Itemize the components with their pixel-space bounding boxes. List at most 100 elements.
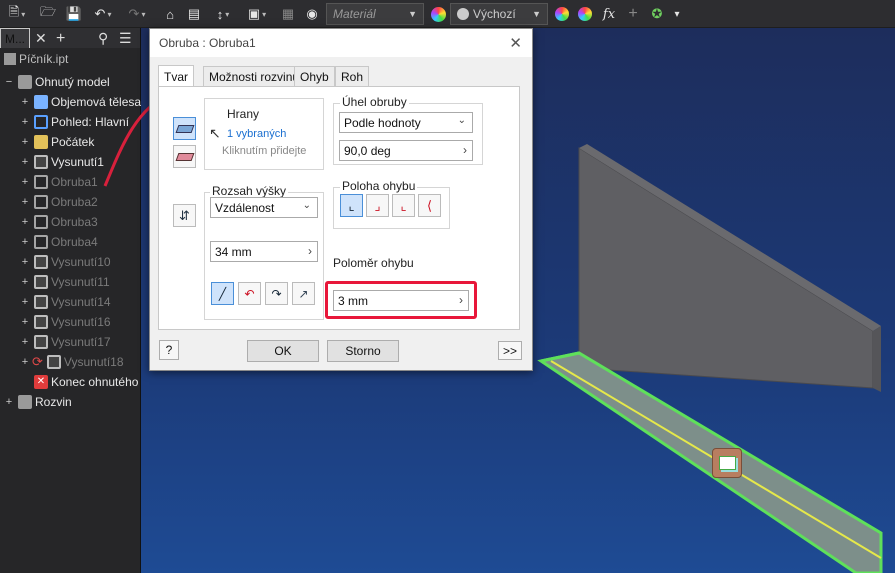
properties-icon[interactable]: ▤ [184, 4, 204, 24]
home-icon[interactable]: ⌂ [160, 4, 180, 24]
expand-icon[interactable]: + [20, 116, 30, 128]
parameters-fx-icon[interactable]: fx [598, 4, 620, 24]
tab-shape[interactable]: Tvar [158, 65, 194, 87]
browser-item-label: Ohnutý model [35, 75, 110, 89]
browser-item-flange2[interactable]: + Obruba2 [20, 192, 98, 212]
new-file-icon[interactable]: 🗎 ▾ [4, 4, 30, 24]
expand-icon[interactable]: + [20, 356, 30, 368]
part-file-icon [4, 53, 16, 65]
chevron-right-icon[interactable]: › [463, 143, 467, 157]
browser-item-label: Obruba1 [51, 175, 98, 189]
browser-item-view[interactable]: + Pohled: Hlavní [20, 112, 129, 132]
browser-item-label: Obruba3 [51, 215, 98, 229]
close-icon[interactable]: ✕ [35, 30, 47, 47]
browser-item-origin[interactable]: + Počátek [20, 132, 94, 152]
height-value-input[interactable]: 34 mm › [210, 241, 318, 262]
select-filter-icon[interactable]: ▦ [278, 4, 298, 24]
menu-icon[interactable]: ☰ [119, 30, 132, 47]
flange-dialog: Obruba : Obruba1 ✕ Tvar Možnosti rozvinu… [149, 28, 533, 371]
expand-icon[interactable]: + [20, 276, 30, 288]
adjust-appearance-icon[interactable] [552, 4, 572, 24]
appearance-combo[interactable]: Výchozí ▼ [450, 3, 548, 25]
browser-item-flange3[interactable]: + Obruba3 [20, 212, 98, 232]
expand-icon[interactable]: + [20, 296, 30, 308]
add-tab-icon[interactable]: + [56, 30, 65, 48]
expand-icon[interactable]: + [20, 156, 30, 168]
browser-item-label: Objemová tělesa(1) [51, 95, 156, 109]
ilogic-icon[interactable]: ✪ [648, 4, 666, 24]
redo-icon[interactable]: ↷ ▾ [122, 4, 152, 24]
expand-button[interactable]: >> [498, 341, 522, 360]
browser-item-extrusion17[interactable]: + Vysunutí17 [20, 332, 111, 352]
browser-item-extrusion1[interactable]: + Vysunutí1 [20, 152, 104, 172]
expand-icon[interactable]: + [4, 396, 14, 408]
flange-direction-gizmo[interactable] [712, 448, 742, 478]
expand-icon[interactable]: + [20, 96, 30, 108]
flange-icon [34, 175, 48, 189]
file-node[interactable]: Píčník.ipt [4, 52, 68, 66]
browser-item-flange1[interactable]: + Obruba1 [20, 172, 98, 192]
height-extents-mode-value: Vzdálenost [215, 200, 275, 215]
flip-direction-button[interactable]: ⇵ [173, 204, 196, 227]
loop-select-mode-button[interactable] [173, 145, 196, 168]
visual-style-icon[interactable]: ◉ [302, 4, 322, 24]
browser-item-extrusion14[interactable]: + Vysunutí14 [20, 292, 111, 312]
expand-icon[interactable]: + [20, 136, 30, 148]
height-datum-inner-button[interactable]: ╱ [211, 282, 234, 305]
browser-item-extrusion10[interactable]: + Vysunutí10 [20, 252, 111, 272]
cancel-button[interactable]: Storno [327, 340, 399, 362]
flat-pattern-icon [18, 395, 32, 409]
update-icon[interactable]: ▣ ▾ [242, 4, 272, 24]
tab-corner[interactable]: Roh [335, 66, 370, 86]
height-datum-icon: ↶ [244, 286, 255, 301]
add-icon[interactable]: + [624, 4, 642, 24]
measure-icon[interactable]: ↕ ▾ [208, 4, 238, 24]
edge-select-mode-button[interactable] [173, 117, 196, 140]
flange-angle-input[interactable]: 90,0 deg › [339, 140, 473, 161]
expand-icon[interactable]: + [20, 316, 30, 328]
material-combo[interactable]: Materiál ▼ [326, 3, 424, 25]
browser-tab[interactable]: M... [0, 28, 30, 48]
undo-icon[interactable]: ↶ ▾ [88, 4, 118, 24]
bend-inside-base-button[interactable]: ⌞ [340, 194, 363, 217]
customize-dropdown-icon[interactable]: ▾ [670, 4, 684, 24]
height-extents-mode-select[interactable]: Vzdálenost ⌄ [210, 197, 318, 218]
browser-item-label: Počátek [51, 135, 95, 149]
clear-appearance-icon[interactable] [575, 4, 595, 24]
browser-item-extrusion11[interactable]: + Vysunutí11 [20, 272, 110, 292]
browser-item-end-of-folded[interactable]: ✕ Konec ohnutého [20, 372, 138, 392]
collapse-icon[interactable]: − [4, 76, 14, 88]
expand-icon[interactable]: + [20, 196, 30, 208]
ok-button[interactable]: OK [247, 340, 319, 362]
expand-icon[interactable]: + [20, 176, 30, 188]
height-datum-aligned-button[interactable]: ↗ [292, 282, 315, 305]
expand-icon[interactable]: + [20, 236, 30, 248]
chevron-right-icon[interactable]: › [308, 244, 312, 258]
extrusion-icon [34, 255, 48, 269]
open-folder-icon[interactable]: 🗁 [38, 4, 58, 24]
height-datum-outer-button[interactable]: ↶ [238, 282, 261, 305]
help-button[interactable]: ? [159, 340, 179, 360]
browser-item-flange4[interactable]: + Obruba4 [20, 232, 98, 252]
browser-item-extrusion18[interactable]: + ⟳ Vysunutí18 [20, 352, 124, 372]
height-datum-tangent-button[interactable]: ↷ [265, 282, 288, 305]
browser-item-solid-bodies[interactable]: + Objemová tělesa(1) [20, 92, 156, 112]
flange-angle-mode-select[interactable]: Podle hodnoty ⌄ [339, 112, 473, 133]
tab-unfold-options[interactable]: Možnosti rozvinu [203, 66, 306, 86]
bend-tangent-button[interactable]: ⟨ [418, 194, 441, 217]
appearance-ball-icon[interactable] [428, 4, 448, 24]
expand-icon[interactable]: + [20, 256, 30, 268]
extrusion-icon [34, 275, 48, 289]
save-icon[interactable]: 💾 [64, 4, 84, 24]
browser-item-extrusion16[interactable]: + Vysunutí16 [20, 312, 111, 332]
tab-bend[interactable]: Ohyb [294, 66, 335, 86]
close-icon[interactable]: ✕ [509, 34, 522, 52]
bend-outside-base-button[interactable]: ⌞ [392, 194, 415, 217]
expand-icon[interactable]: + [20, 336, 30, 348]
search-icon[interactable]: ⚲ [98, 30, 108, 47]
bend-from-adjacent-button[interactable]: ⌟ [366, 194, 389, 217]
expand-icon[interactable]: + [20, 216, 30, 228]
browser-item-flat-pattern[interactable]: + Rozvin [4, 392, 72, 412]
browser-item-folded-model[interactable]: − Ohnutý model [4, 72, 110, 92]
edges-group[interactable]: Hrany 1 vybraných Kliknutím přidejte ↖ [204, 98, 324, 170]
